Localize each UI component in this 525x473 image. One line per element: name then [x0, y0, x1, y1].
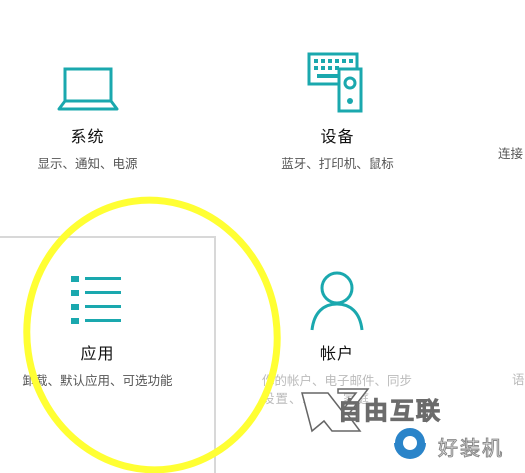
- tile-apps[interactable]: 应用 卸载、默认应用、可选功能: [0, 262, 200, 389]
- settings-page: 系统 显示、通知、电源 设备 蓝牙、打印机、鼠标 连接 应用 卸载、默认应用、可…: [0, 0, 525, 473]
- person-icon: [232, 262, 442, 332]
- tile-accounts-desc2: 设置、工作、家庭: [262, 391, 371, 406]
- tile-accounts[interactable]: 帐户 你的帐户、电子邮件、同步: [232, 262, 442, 389]
- tile-apps-desc: 卸载、默认应用、可选功能: [22, 373, 173, 388]
- laptop-icon: [20, 45, 155, 115]
- tile-partial-right-desc: 语: [512, 372, 525, 387]
- tile-network-desc-partial: 连接: [498, 146, 524, 161]
- tile-system-title: 系统: [70, 127, 105, 146]
- tile-devices-title: 设备: [320, 127, 355, 146]
- tile-devices-desc: 蓝牙、打印机、鼠标: [281, 156, 394, 171]
- tile-system-desc: 显示、通知、电源: [37, 156, 138, 171]
- app-list-icon: [0, 262, 200, 332]
- tile-apps-title: 应用: [80, 344, 115, 363]
- keyboard-speaker-icon: [250, 45, 425, 115]
- tile-devices[interactable]: 设备 蓝牙、打印机、鼠标: [250, 45, 425, 172]
- tile-accounts-title: 帐户: [319, 344, 354, 363]
- tile-accounts-desc: 你的帐户、电子邮件、同步: [261, 373, 412, 388]
- tile-system[interactable]: 系统 显示、通知、电源: [20, 45, 155, 172]
- watermark-site: 好装机: [438, 436, 504, 461]
